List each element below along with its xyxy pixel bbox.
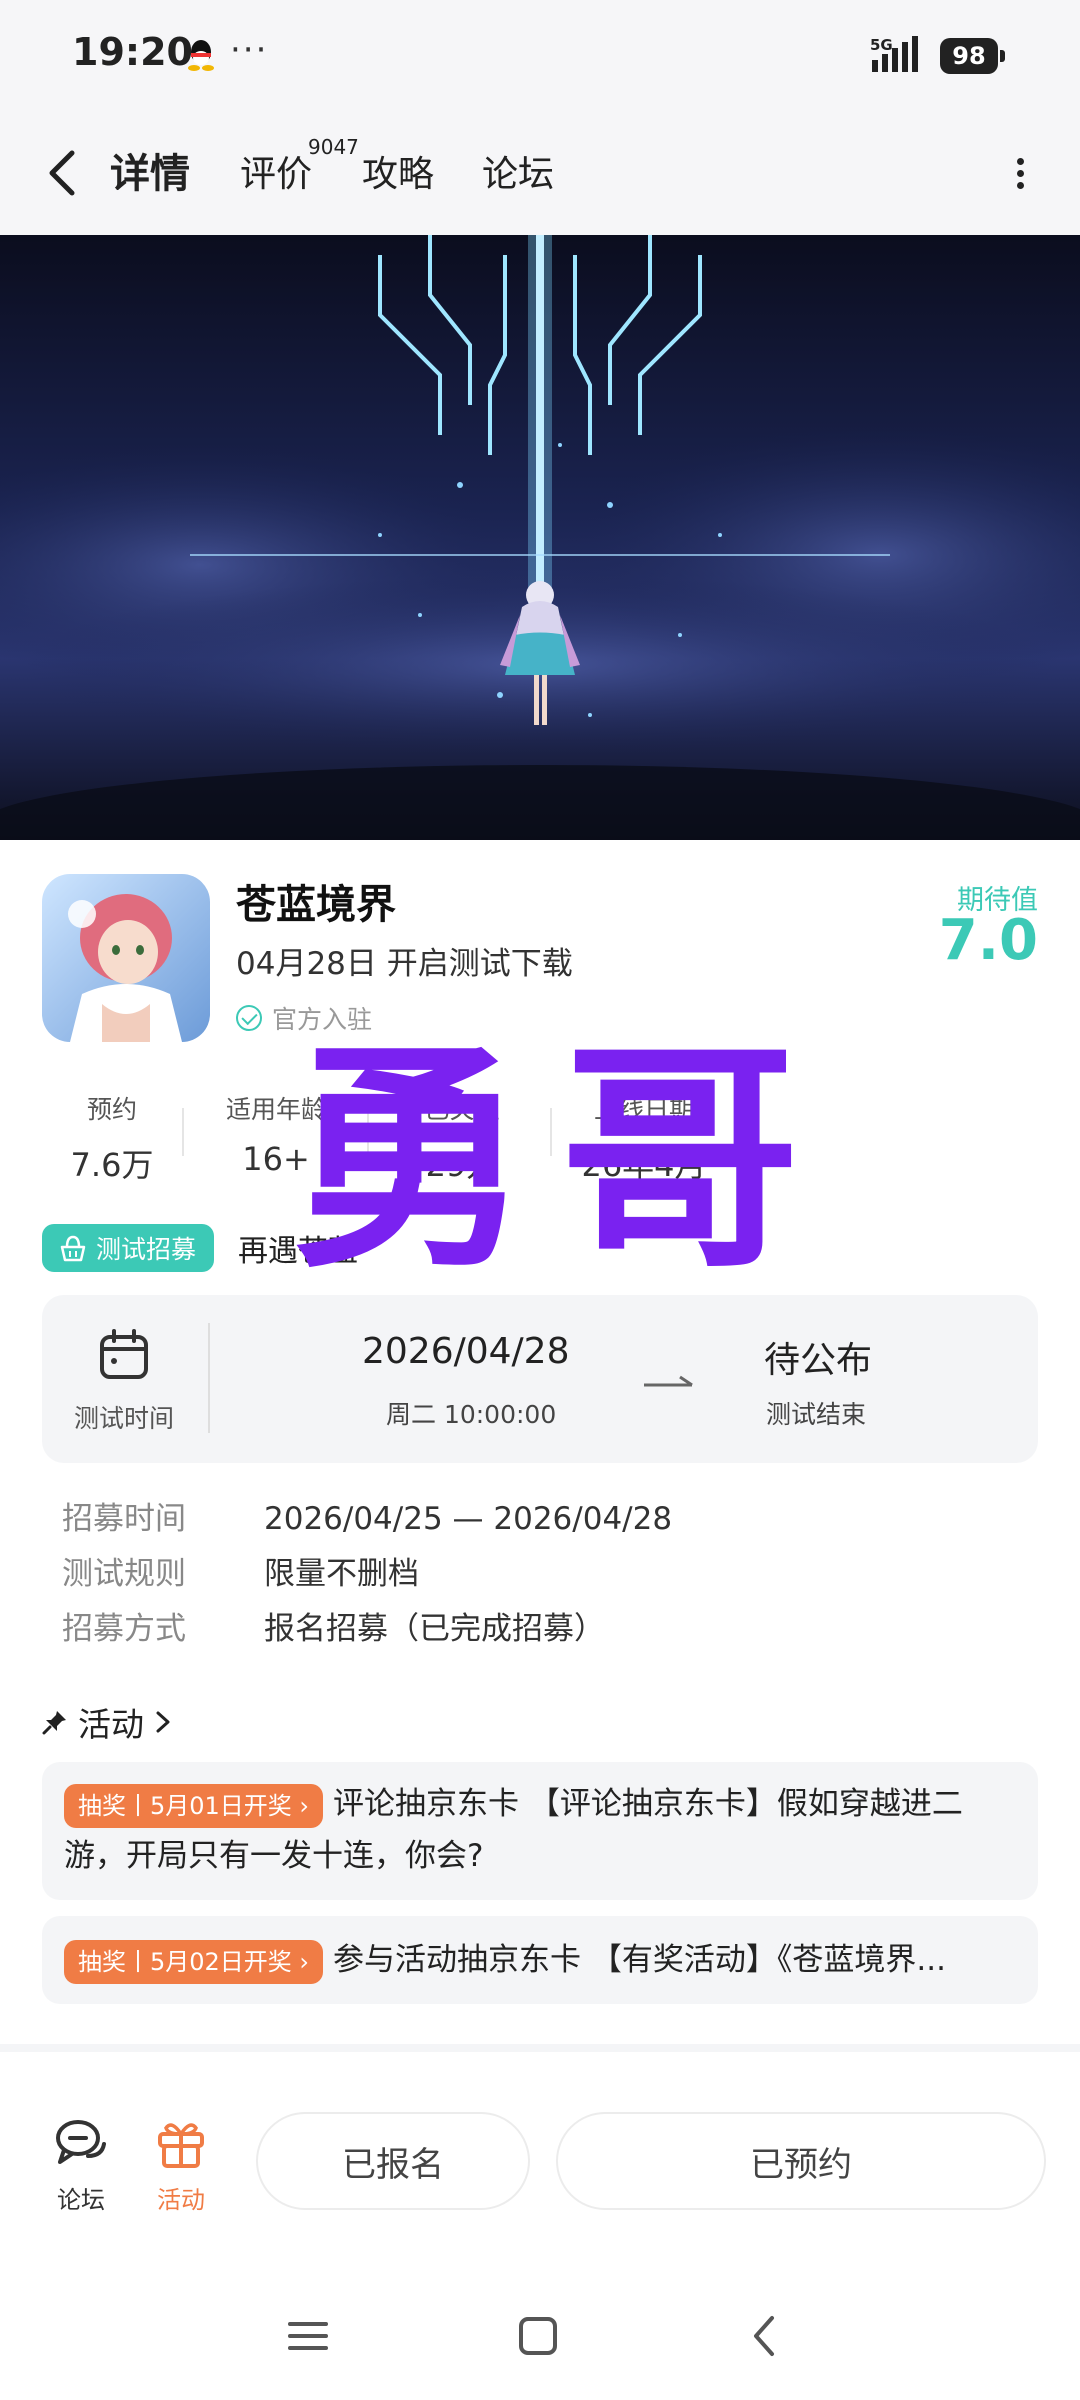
- stat-divider: [367, 1108, 369, 1156]
- activity-text: 抽奖丨5月01日开奖 › 评论抽京东卡 【评论抽京东卡】假如穿越进二游，开局只有一…: [64, 1778, 1016, 1882]
- lottery-badge: 抽奖丨5月01日开奖 ›: [64, 1783, 324, 1828]
- test-start-time: 周二 10:00:00: [386, 1400, 557, 1429]
- more-options-icon[interactable]: [1000, 153, 1040, 203]
- game-app-icon: [42, 874, 210, 1042]
- reserved-button[interactable]: 已预约: [556, 2112, 1046, 2210]
- recruit-title: 再遇苍蓝: [238, 1234, 358, 1269]
- verified-check-icon: [236, 1005, 262, 1031]
- stat-divider: [182, 1108, 184, 1156]
- calendar-icon: [100, 1329, 148, 1379]
- test-start-date: 2026/04/28: [362, 1331, 570, 1372]
- stat-followers: 已关注 29万: [424, 1095, 500, 1184]
- stat-reservations: 预约 7.6万: [70, 1095, 154, 1184]
- card-divider: [208, 1323, 210, 1433]
- activity-card[interactable]: 抽奖丨5月02日开奖 › 参与活动抽京东卡 【有奖活动】《苍蓝境界...: [42, 1916, 1038, 2004]
- stat-release-date: 上线日期 26年4月: [581, 1095, 707, 1184]
- svg-text:5G: 5G: [870, 36, 893, 54]
- tab-details[interactable]: 详情: [104, 141, 196, 205]
- activity-section-header[interactable]: 活动: [42, 1698, 172, 1746]
- system-back-icon[interactable]: [744, 2314, 788, 2358]
- bottom-forum-button[interactable]: 论坛: [46, 2116, 116, 2215]
- chevron-right-icon: [156, 1711, 170, 1733]
- pin-icon: [42, 1711, 66, 1735]
- test-time-label: 测试时间: [74, 1404, 175, 1433]
- menu-icon[interactable]: [286, 2314, 330, 2358]
- test-end-label: 测试结束: [766, 1400, 867, 1429]
- gift-icon: [158, 2123, 204, 2168]
- registered-button[interactable]: 已报名: [256, 2112, 530, 2210]
- activity-text: 抽奖丨5月02日开奖 › 参与活动抽京东卡 【有奖活动】《苍蓝境界...: [64, 1934, 1016, 1986]
- more-notifications-icon: ···: [230, 30, 269, 70]
- arrow-right-icon: [644, 1375, 693, 1387]
- info-recruit-method: 招募方式 报名招募（已完成招募）: [62, 1611, 605, 1647]
- signal-icon: 5G: [870, 36, 918, 72]
- stat-divider: [550, 1108, 552, 1156]
- battery-indicator: 98: [940, 38, 1005, 74]
- recruit-basket-icon: [60, 1235, 86, 1262]
- system-navigation-bar: [0, 2290, 1080, 2400]
- section-divider: [0, 2044, 1080, 2052]
- lottery-badge: 抽奖丨5月02日开奖 ›: [64, 1939, 324, 1984]
- banner-artwork: [0, 235, 1080, 840]
- info-recruit-time: 招募时间 2026/04/25 — 2026/04/28: [62, 1501, 673, 1537]
- game-title: 苍蓝境界: [236, 882, 396, 928]
- official-verified: 官方入驻: [236, 1000, 372, 1036]
- back-icon[interactable]: [40, 143, 90, 203]
- reviews-count-badge: 9047: [308, 135, 359, 159]
- test-time-card: 测试时间 2026/04/28 周二 10:00:00 待公布 测试结束: [42, 1295, 1038, 1463]
- test-end-value: 待公布: [764, 1340, 873, 1381]
- tab-reviews[interactable]: 评价: [240, 145, 312, 197]
- activity-card[interactable]: 抽奖丨5月01日开奖 › 评论抽京东卡 【评论抽京东卡】假如穿越进二游，开局只有一…: [42, 1762, 1038, 1900]
- game-banner-video[interactable]: [0, 235, 1080, 840]
- expectation-score: 7.0: [938, 908, 1038, 973]
- tab-guides[interactable]: 攻略: [362, 145, 434, 197]
- home-icon[interactable]: [516, 2314, 560, 2358]
- game-stats: 预约 7.6万 适用年龄 16+ 已关注 29万 上线日期 26年4月: [42, 1090, 742, 1184]
- clock: 19:20: [72, 30, 193, 74]
- bottom-activity-button[interactable]: 活动: [146, 2116, 216, 2215]
- status-bar: 19:20 ··· 5G 98: [0, 0, 1080, 115]
- info-test-rules: 测试规则 限量不删档: [62, 1556, 419, 1592]
- test-download-date: 04月28日 开启测试下载: [236, 946, 573, 982]
- stat-age-rating: 适用年龄 16+: [225, 1095, 326, 1178]
- top-navigation: 详情 评价 9047 攻略 论坛: [0, 115, 1080, 235]
- forum-chat-icon: [56, 2120, 106, 2164]
- qq-icon: [188, 40, 214, 71]
- tab-forum[interactable]: 论坛: [482, 145, 554, 197]
- test-recruit-tag[interactable]: 测试招募: [42, 1224, 215, 1272]
